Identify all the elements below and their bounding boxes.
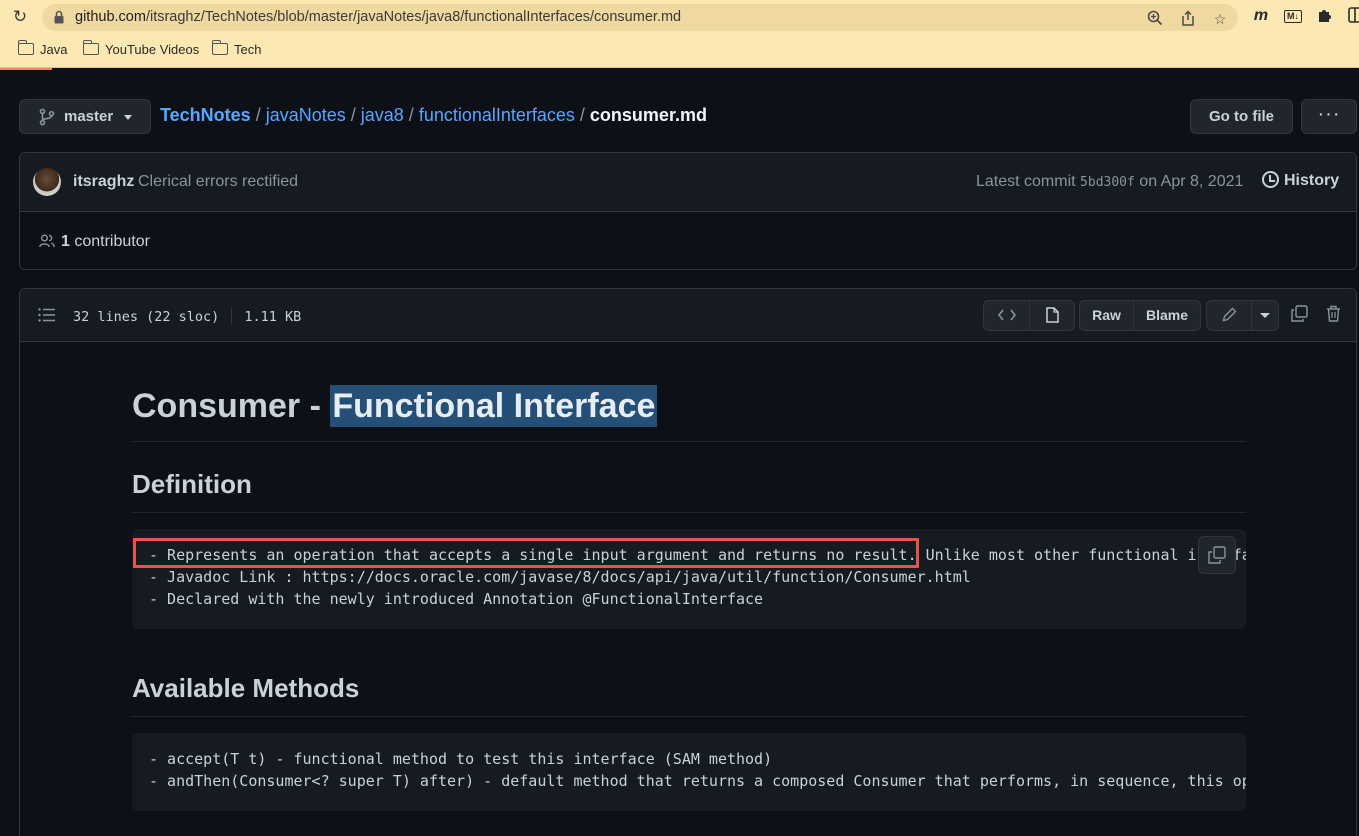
divider [132, 512, 1246, 513]
avatar[interactable] [33, 168, 61, 196]
commit-header: itsraghz Clerical errors rectified Lates… [20, 153, 1356, 212]
file-icon [1045, 307, 1059, 323]
page-title: Consumer - Functional Interface [132, 385, 658, 427]
divider [132, 716, 1246, 717]
latest-commit-label: Latest commit [976, 173, 1076, 190]
more-options-button[interactable]: ··· [1301, 99, 1357, 134]
divider [132, 441, 1246, 442]
definition-code-block: - Represents an operation that accepts a… [132, 529, 1246, 629]
breadcrumb-java8-link[interactable]: java8 [361, 105, 404, 125]
edit-file-button[interactable] [1206, 300, 1252, 331]
browser-toolbar: ↻ github.com/itsraghz/TechNotes/blob/mas… [0, 0, 1359, 68]
folder-icon [211, 40, 228, 55]
copy-code-button[interactable] [1198, 536, 1236, 574]
contributor-label: contributor [74, 233, 150, 250]
raw-button[interactable]: Raw [1079, 300, 1134, 331]
url-text: github.com/itsraghz/TechNotes/blob/maste… [75, 9, 682, 25]
reload-icon[interactable]: ↻ [10, 7, 30, 27]
file-stats: 32 lines (22 sloc) 1.11 KB [73, 307, 301, 325]
code-line: - Javadoc Link : https://docs.oracle.com… [149, 568, 971, 586]
commit-sha-link[interactable]: 5bd300f [1080, 175, 1135, 190]
methods-code-block: - accept(T t) - functional method to tes… [132, 733, 1246, 811]
history-link[interactable]: History [1262, 171, 1339, 190]
title-selected-text: Functional Interface [330, 385, 658, 427]
git-branch-icon [39, 108, 55, 126]
display-rendered-button[interactable] [1029, 300, 1075, 331]
breadcrumb-filename: consumer.md [589, 105, 707, 125]
file-header: 32 lines (22 sloc) 1.11 KB Raw Blame [20, 289, 1356, 342]
breadcrumb-functionalinterfaces-link[interactable]: functionalInterfaces [419, 105, 575, 125]
bookmark-java[interactable]: Java [17, 40, 67, 60]
contributor-count: 1 [61, 233, 70, 250]
outline-list-icon[interactable] [38, 307, 55, 323]
trash-icon[interactable] [1322, 305, 1344, 327]
title-text: Consumer - [132, 387, 331, 425]
copy-icon [1208, 546, 1226, 564]
contributors-link[interactable]: 1 contributor [39, 233, 150, 251]
history-icon [1262, 171, 1279, 188]
code-line: - Represents an operation that accepts a… [149, 546, 1246, 564]
history-label: History [1284, 172, 1340, 189]
commit-message-link[interactable]: Clerical errors rectified [138, 173, 298, 191]
display-source-button[interactable] [983, 300, 1030, 331]
go-to-file-button[interactable]: Go to file [1190, 99, 1293, 134]
definition-heading: Definition [132, 469, 252, 499]
lock-icon [54, 10, 64, 24]
folder-icon [82, 40, 99, 55]
commit-author-link[interactable]: itsraghz [73, 173, 134, 191]
commit-date: on Apr 8, 2021 [1139, 173, 1244, 190]
caret-down-icon [1260, 313, 1270, 318]
code-line: - accept(T t) - functional method to tes… [149, 750, 773, 768]
sidebar-panel-icon[interactable] [1348, 7, 1359, 25]
folder-icon [17, 40, 34, 55]
branch-name: master [64, 108, 114, 125]
line-count: 32 lines (22 sloc) [73, 309, 220, 325]
latest-commit-info: Latest commit 5bd300f on Apr 8, 2021 [976, 173, 1243, 191]
copy-raw-contents-icon[interactable] [1288, 305, 1310, 327]
address-bar[interactable]: github.com/itsraghz/TechNotes/blob/maste… [42, 4, 1238, 31]
latest-commit-box: itsraghz Clerical errors rectified Lates… [19, 152, 1357, 270]
edit-dropdown-button[interactable] [1251, 300, 1279, 331]
share-icon[interactable] [1179, 10, 1197, 28]
breadcrumb-separator: / [255, 105, 261, 125]
breadcrumb-javanotes-link[interactable]: javaNotes [266, 105, 346, 125]
people-icon [39, 234, 55, 248]
blame-button[interactable]: Blame [1133, 300, 1201, 331]
zoom-icon[interactable] [1146, 10, 1164, 28]
file-size: 1.11 KB [244, 309, 302, 325]
bookmark-tech[interactable]: Tech [211, 40, 261, 60]
bookmarks-bar: Java YouTube Videos Tech [0, 38, 1359, 62]
code-line: - andThen(Consumer<? super T) after) - d… [149, 772, 1246, 790]
caret-down-icon [124, 115, 132, 120]
breadcrumb-separator: / [408, 105, 414, 125]
m-icon[interactable]: m [1253, 7, 1269, 25]
breadcrumb: TechNotes / javaNotes / java8/functionalInte… [160, 105, 707, 126]
breadcrumb-separator: / [350, 105, 356, 125]
code-line: - Declared with the newly introduced Ann… [149, 590, 764, 608]
breadcrumb-separator: / [579, 105, 585, 125]
file-viewer: 32 lines (22 sloc) 1.11 KB Raw Blame Cons… [19, 288, 1357, 836]
bookmark-star-icon[interactable]: ☆ [1211, 10, 1229, 28]
code-icon [997, 309, 1016, 321]
available-methods-heading: Available Methods [132, 673, 360, 703]
divider [231, 307, 233, 325]
pencil-icon [1222, 307, 1236, 322]
breadcrumb-repo-link[interactable]: TechNotes [160, 105, 251, 125]
page-load-indicator [0, 68, 52, 70]
markdown-icon[interactable]: M↓ [1284, 10, 1302, 23]
puzzle-extensions-icon[interactable] [1316, 7, 1334, 25]
bookmark-youtube-videos[interactable]: YouTube Videos [82, 40, 199, 60]
branch-selector-button[interactable]: master [19, 99, 151, 134]
